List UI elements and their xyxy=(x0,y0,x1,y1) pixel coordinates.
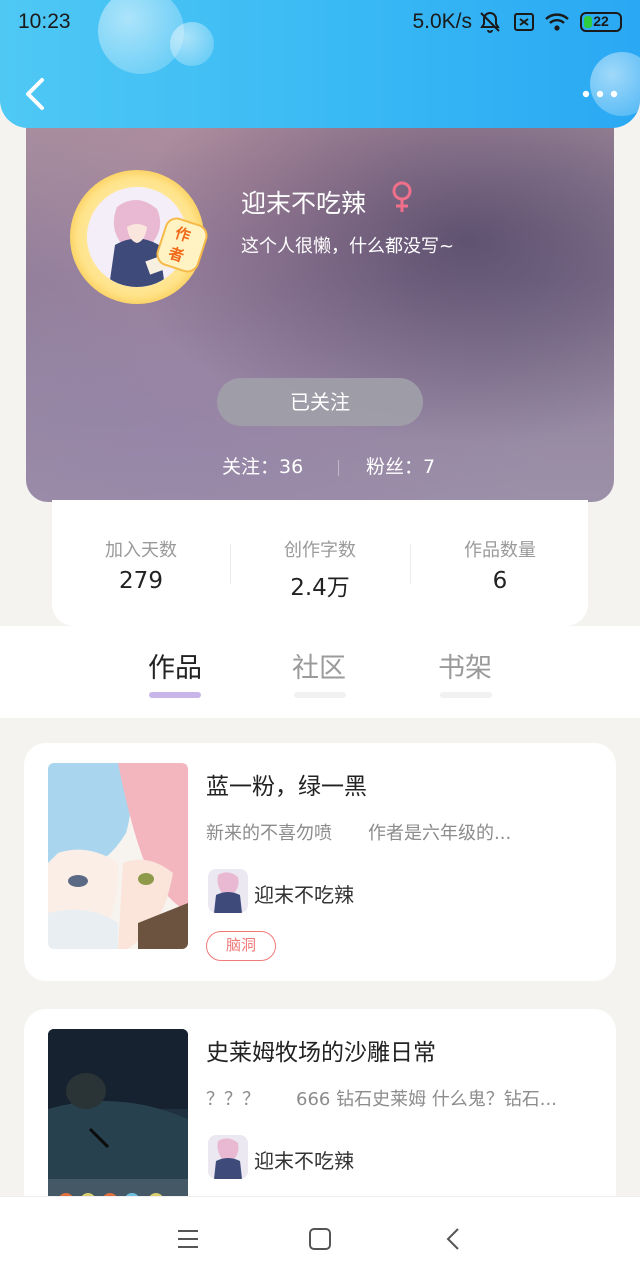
more-dots-icon xyxy=(582,90,618,98)
stat-word-count: 创作字数 2.4万 xyxy=(231,536,409,602)
user-bio: 这个人很懒，什么都没写~ xyxy=(241,236,455,257)
tab-bookshelf[interactable]: 书架 xyxy=(438,646,492,685)
female-icon xyxy=(390,180,414,218)
back-nav-button[interactable] xyxy=(438,1223,470,1255)
status-time: 10:23 xyxy=(18,10,71,33)
profile-card: 作者 迎末不吃辣 这个人很懒，什么都没写~ 已关注 关注：36 粉丝：7 xyxy=(26,100,614,502)
mute-icon xyxy=(478,10,502,38)
more-button[interactable] xyxy=(580,84,620,104)
stat-works-count: 作品数量 6 xyxy=(411,536,589,594)
book-title[interactable]: 史莱姆牧场的沙雕日常 xyxy=(206,1033,436,1067)
stat-value: 6 xyxy=(492,568,508,594)
tab-active-indicator xyxy=(149,692,201,698)
tab-indicator xyxy=(440,692,492,698)
follow-stats: 关注：36 粉丝：7 xyxy=(26,452,614,482)
home-button[interactable] xyxy=(304,1223,336,1255)
genre-tag: 脑洞 xyxy=(206,931,276,961)
chevron-left-icon xyxy=(26,78,44,110)
following-count[interactable]: 关注：36 xyxy=(222,452,303,479)
divider xyxy=(338,460,339,476)
stat-value: 279 xyxy=(119,568,163,594)
back-button[interactable] xyxy=(18,74,54,114)
tab-works[interactable]: 作品 xyxy=(148,646,202,685)
system-nav-bar xyxy=(0,1196,640,1280)
follow-button[interactable]: 已关注 xyxy=(217,378,423,426)
top-header: 10:23 5.0K/s 22 xyxy=(0,0,640,128)
book-card[interactable]: 蓝一粉，绿一黑 新来的不喜勿喷 作者是六年级的... 迎末不吃辣 脑洞 xyxy=(24,743,616,981)
book-description: 新来的不喜勿喷 作者是六年级的... xyxy=(206,823,512,844)
author-name: 迎末不吃辣 xyxy=(254,883,354,907)
status-bar: 10:23 5.0K/s 22 xyxy=(0,0,640,46)
author-name: 迎末不吃辣 xyxy=(254,1149,354,1173)
tab-community[interactable]: 社区 xyxy=(292,646,346,685)
fans-count[interactable]: 粉丝：7 xyxy=(366,452,435,479)
tab-bar: 作品 社区 书架 xyxy=(0,626,640,718)
stat-label: 作品数量 xyxy=(464,540,536,561)
username: 迎末不吃辣 xyxy=(241,189,367,218)
menu-icon xyxy=(178,1230,198,1248)
back-triangle-icon xyxy=(446,1228,459,1250)
stat-value: 2.4万 xyxy=(290,575,350,601)
book-title[interactable]: 蓝一粉，绿一黑 xyxy=(206,767,367,801)
wifi-icon xyxy=(544,10,570,38)
book-cover[interactable] xyxy=(48,1029,188,1215)
stats-card: 加入天数 279 创作字数 2.4万 作品数量 6 xyxy=(52,500,588,626)
no-sim-icon xyxy=(512,10,536,38)
author-avatar xyxy=(208,1135,248,1179)
stat-join-days: 加入天数 279 xyxy=(52,536,230,594)
book-description: ？？？ 666 钻石史莱姆 什么鬼？钻石... xyxy=(206,1089,557,1110)
battery-icon: 22 xyxy=(580,12,622,32)
stat-label: 创作字数 xyxy=(284,540,356,561)
home-square-icon xyxy=(309,1228,331,1250)
book-cover[interactable] xyxy=(48,763,188,949)
author-avatar xyxy=(208,869,248,913)
stat-label: 加入天数 xyxy=(105,540,177,561)
network-speed: 5.0K/s xyxy=(412,10,472,33)
menu-button[interactable] xyxy=(172,1223,204,1255)
tab-indicator xyxy=(294,692,346,698)
avatar-frame: 作者 xyxy=(70,170,211,304)
battery-level: 22 xyxy=(593,13,609,29)
